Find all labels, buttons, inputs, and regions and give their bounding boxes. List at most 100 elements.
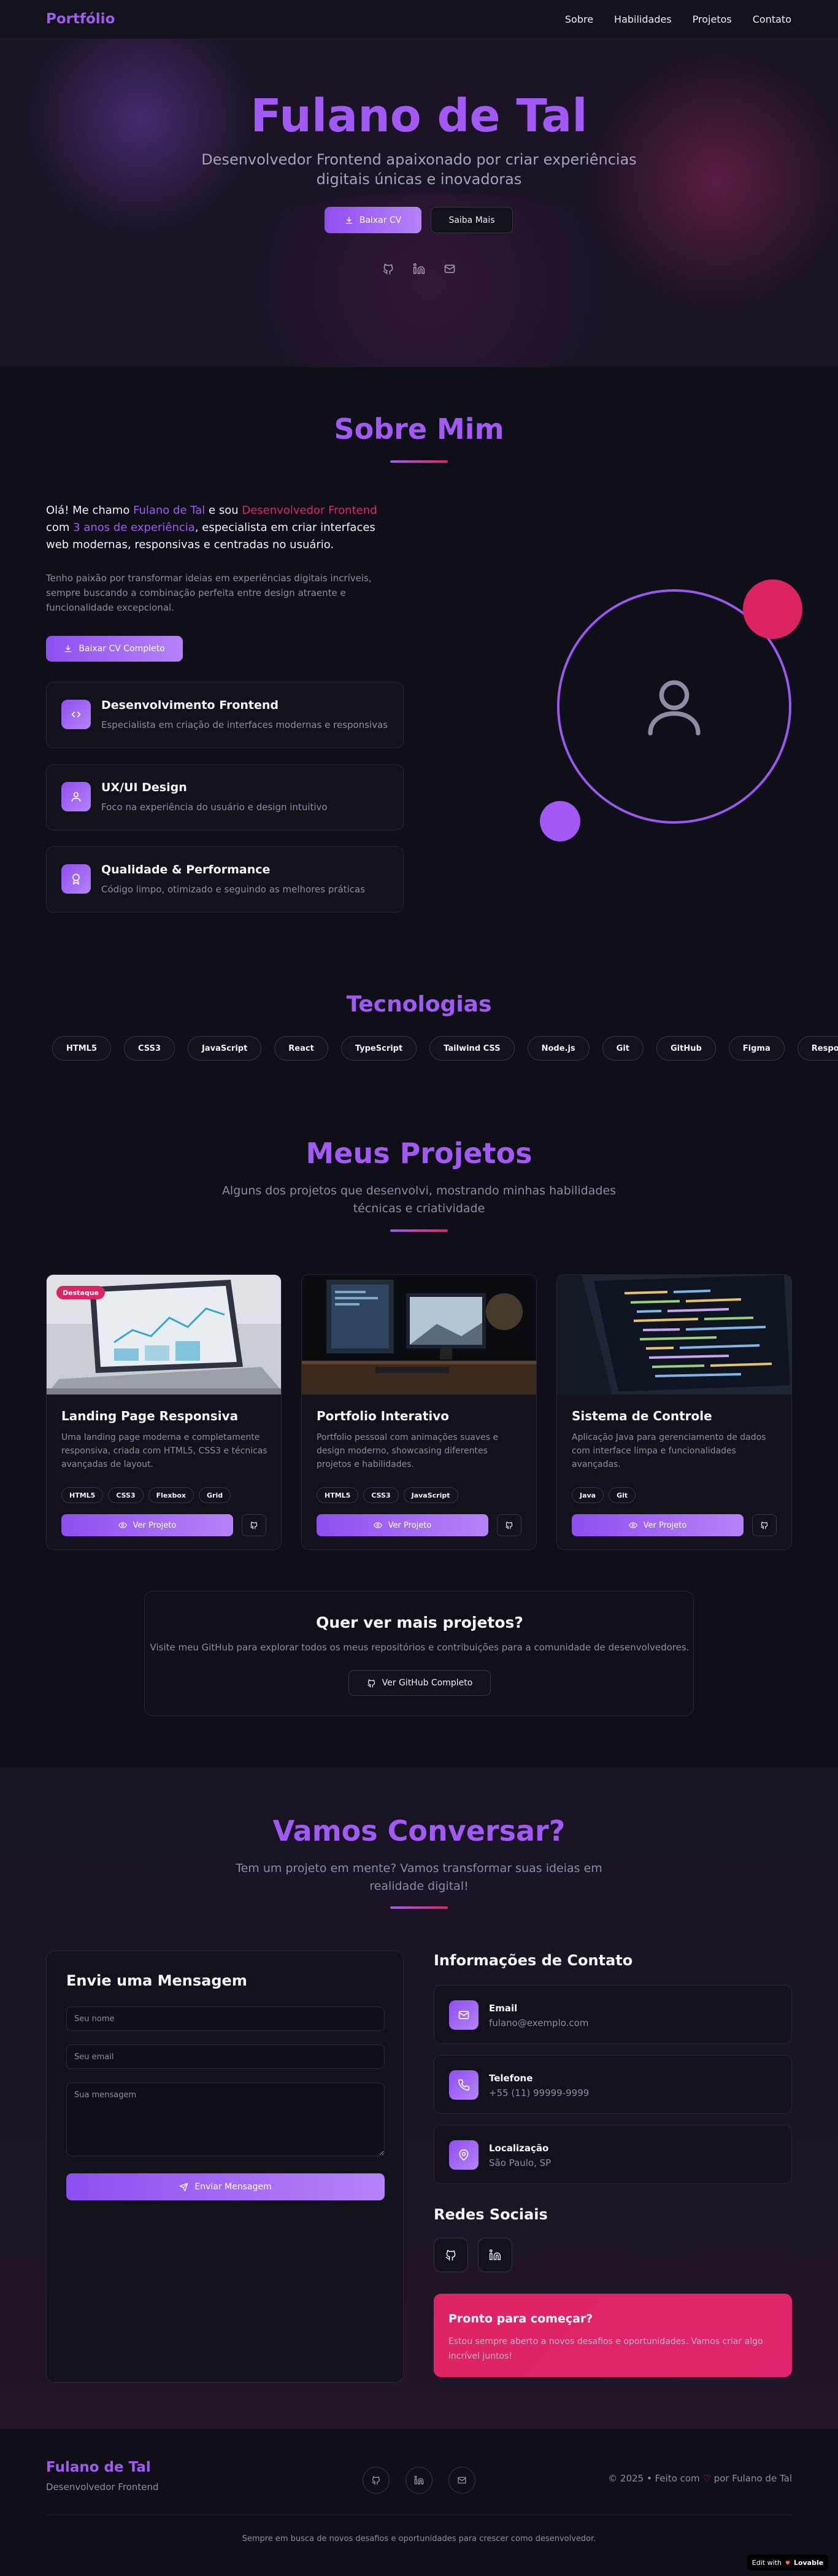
footer-tagline: Desenvolvedor Frontend	[46, 2481, 159, 2493]
linkedin-icon	[489, 2249, 501, 2261]
download-icon	[65, 645, 72, 652]
heart-icon: ♡	[702, 2473, 711, 2484]
project-desc: Aplicação Java para gerenciamento de dad…	[572, 1433, 766, 1469]
github-full-button[interactable]: Ver GitHub Completo	[348, 1670, 491, 1696]
message-field[interactable]	[66, 2083, 385, 2156]
github-link[interactable]	[434, 2238, 468, 2272]
hero-subtitle: Desenvolvedor Frontend apaixonado por cr…	[201, 151, 637, 188]
github-icon	[505, 1522, 513, 1530]
contact-info-label: Email	[489, 2003, 518, 2014]
project-tag: Flexbox	[148, 1487, 194, 1503]
send-message-button[interactable]: Enviar Mensagem	[66, 2173, 385, 2200]
project-tag: CSS3	[108, 1487, 144, 1503]
lovable-heart-icon	[785, 2561, 790, 2565]
about-paragraph: Tenho paixão por transformar ideias em e…	[46, 573, 372, 613]
project-image-code	[557, 1275, 791, 1394]
github-icon	[445, 2249, 456, 2261]
eye-icon	[118, 1522, 127, 1528]
contact-form: Envie uma Mensagem Enviar Mensagem	[46, 1951, 404, 2383]
nav-link-sobre[interactable]: Sobre	[565, 14, 593, 25]
tech-tag: Node.js	[527, 1036, 590, 1061]
project-github-button[interactable]	[752, 1514, 777, 1536]
download-full-cv-button[interactable]: Baixar CV Completo	[46, 636, 183, 662]
footer-github-link[interactable]	[363, 2467, 390, 2494]
project-desc: Uma landing page moderna e completamente…	[61, 1433, 267, 1469]
view-project-button[interactable]: Ver Projeto	[317, 1514, 488, 1536]
project-tag: Git	[609, 1487, 636, 1503]
about-title: Sobre Mim	[334, 412, 504, 446]
more-projects-box: Quer ver mais projetos? Visite meu GitHu…	[144, 1591, 694, 1716]
projects-title: Meus Projetos	[306, 1137, 532, 1170]
project-github-button[interactable]	[242, 1514, 266, 1536]
project-card: Portfolio Interativo Portfolio pessoal c…	[301, 1274, 537, 1550]
lovable-label: Lovable	[793, 2558, 824, 2567]
view-project-button[interactable]: Ver Projeto	[61, 1514, 233, 1536]
project-image-desk	[302, 1275, 536, 1394]
email-field[interactable]	[66, 2044, 385, 2069]
github-icon	[761, 1522, 768, 1530]
mail-icon[interactable]	[444, 263, 456, 275]
view-project-label: Ver Projeto	[643, 1520, 687, 1530]
contact-info-title: Informações de Contato	[434, 1952, 633, 1969]
download-cv-button[interactable]: Baixar CV	[325, 207, 421, 233]
contact-info-label: Localização	[489, 2143, 549, 2154]
contact-info-value[interactable]: +55 (11) 99999-9999	[489, 2087, 589, 2098]
intro-role: Desenvolvedor Frontend	[242, 504, 377, 517]
contact-info-value[interactable]: fulano@exemplo.com	[489, 2017, 588, 2029]
github-icon[interactable]	[382, 263, 394, 275]
tech-tag: CSS3	[124, 1036, 175, 1061]
hero-name: Fulano de Tal	[250, 90, 588, 142]
social-title: Redes Sociais	[434, 2206, 548, 2223]
mail-icon	[458, 2477, 466, 2484]
name-field[interactable]	[66, 2006, 385, 2031]
feature-title: Qualidade & Performance	[101, 863, 271, 876]
footer-linkedin-link[interactable]	[406, 2467, 432, 2494]
mail-icon	[449, 2000, 479, 2030]
github-icon	[250, 1522, 258, 1530]
learn-more-button[interactable]: Saiba Mais	[431, 207, 513, 233]
intro-text: Olá! Me chamo	[46, 504, 134, 517]
project-tag: CSS3	[363, 1487, 399, 1503]
feature-desc: Especialista em criação de interfaces mo…	[101, 719, 388, 730]
view-project-button[interactable]: Ver Projeto	[572, 1514, 744, 1536]
github-icon	[372, 2476, 380, 2485]
ready-desc: Estou sempre aberto a novos desafios e o…	[448, 2337, 763, 2361]
send-message-label: Enviar Mensagem	[194, 2182, 272, 2192]
intro-text: com	[46, 521, 74, 534]
map-pin-icon	[449, 2140, 479, 2170]
project-tags: Java Git	[572, 1487, 636, 1503]
contact-subtitle: Tem um projeto em mente? Vamos transform…	[236, 1862, 602, 1893]
tech-tag: React	[274, 1036, 328, 1061]
footer-mail-link[interactable]	[448, 2467, 475, 2494]
linkedin-link[interactable]	[478, 2238, 512, 2272]
about-intro: Olá! Me chamo Fulano de Tal e sou Desenv…	[46, 502, 387, 554]
learn-more-label: Saiba Mais	[448, 215, 495, 225]
tech-tags: HTML5 CSS3 JavaScript React TypeScript T…	[52, 1036, 838, 1061]
linkedin-icon[interactable]	[413, 263, 425, 275]
brand-logo[interactable]: Portfólio	[46, 11, 115, 27]
project-desc: Portfolio pessoal com animações suaves e…	[317, 1433, 499, 1469]
project-tag: Grid	[198, 1487, 231, 1503]
hero-glow	[184, 193, 675, 367]
copyright-text: por Fulano de Tal	[710, 2473, 792, 2484]
user-icon	[61, 782, 91, 811]
project-github-button[interactable]	[497, 1514, 521, 1536]
decor-circle-pink	[743, 579, 802, 639]
tech-tag: Tailwind CSS	[429, 1036, 515, 1061]
hero-section: Fulano de Tal Desenvolvedor Frontend apa…	[0, 39, 838, 367]
project-tag: Java	[572, 1487, 604, 1503]
user-icon	[648, 680, 701, 736]
contact-info-value: São Paulo, SP	[489, 2157, 552, 2168]
title-underline	[390, 1906, 448, 1909]
nav-link-contato[interactable]: Contato	[753, 14, 791, 25]
footer-bottom-text: Sempre em busca de novos desafios e opor…	[242, 2534, 596, 2543]
form-title: Envie uma Mensagem	[66, 1972, 247, 1989]
edit-with-lovable-badge[interactable]: Edit with Lovable	[747, 2555, 828, 2570]
footer: Fulano de Tal Desenvolvedor Frontend © 2…	[0, 2429, 838, 2576]
download-icon	[345, 216, 353, 223]
contact-info-email: Email fulano@exemplo.com	[434, 1985, 792, 2044]
project-title: Portfolio Interativo	[317, 1409, 450, 1423]
eye-icon	[373, 1522, 382, 1528]
nav-link-projetos[interactable]: Projetos	[693, 14, 732, 25]
nav-link-habilidades[interactable]: Habilidades	[614, 14, 672, 25]
